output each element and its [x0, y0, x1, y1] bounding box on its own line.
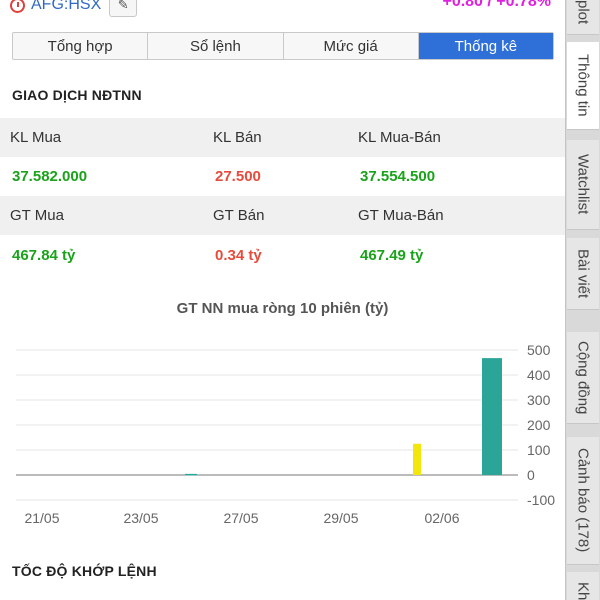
header-gt-ban: GT Bán [213, 207, 265, 224]
header-kl-ban: KL Bán [213, 129, 262, 146]
section-title-foreign: GIAO DỊCH NĐTNN [12, 87, 142, 103]
ticker-header: AFG:HSX ✎ +0.80 / +0.78% [0, 0, 565, 22]
ticker-symbol[interactable]: AFG:HSX [31, 0, 101, 14]
y-tick-label: 200 [527, 417, 551, 433]
chart-bar [413, 443, 421, 475]
tab-price-level[interactable]: Mức giá [284, 33, 419, 59]
header-kl-mua: KL Mua [10, 129, 62, 146]
chart-bar [185, 473, 197, 476]
value-kl-net: 37.554.500 [360, 168, 436, 185]
side-tab-community[interactable]: Cộng đồng [567, 332, 599, 424]
header-kl-net: KL Mua-Bán [358, 129, 441, 146]
side-tab-posts[interactable]: Bài viết [567, 238, 599, 310]
ticker-group: AFG:HSX ✎ [10, 0, 138, 17]
side-tab-more[interactable]: Kh [567, 572, 599, 600]
tab-order-book[interactable]: Sổ lệnh [148, 33, 284, 59]
x-tick-label: 27/05 [223, 510, 258, 526]
side-tab-label: Thông tin [574, 54, 592, 117]
side-tab-bar: plot Thông tin Watchlist Bài viết Cộng đ… [565, 0, 600, 600]
chart-title: GT NN mua ròng 10 phiên (tỷ) [176, 300, 389, 317]
x-tick-label: 23/05 [123, 510, 158, 526]
value-kl-ban: 27.500 [215, 168, 261, 185]
volume-header-row: KL Mua KL Bán KL Mua-Bán [0, 118, 565, 157]
y-tick-label: 100 [527, 442, 551, 458]
y-tick-label: -100 [527, 492, 555, 508]
side-tab-label: Bài viết [574, 248, 592, 299]
y-tick-label: 0 [527, 467, 535, 483]
value-value-row: 467.84 tỷ 0.34 tỷ 467.49 tỷ [0, 236, 565, 275]
value-gt-net: 467.49 tỷ [360, 247, 424, 264]
value-gt-mua: 467.84 tỷ [12, 247, 76, 264]
value-kl-mua: 37.582.000 [12, 168, 88, 185]
section-title-speed: TỐC ĐỘ KHỚP LỆNH [12, 563, 157, 579]
chart-bar [482, 358, 502, 475]
pencil-icon: ✎ [117, 0, 129, 12]
side-tab-info[interactable]: Thông tin [567, 42, 599, 130]
clock-icon [10, 0, 25, 13]
side-tab-label: Cảnh báo (178) [574, 448, 592, 553]
x-tick-label: 21/05 [24, 510, 59, 526]
x-tick-label: 02/06 [424, 510, 459, 526]
side-tab-label: Watchlist [574, 154, 592, 215]
value-header-row: GT Mua GT Bán GT Mua-Bán [0, 196, 565, 235]
side-tab-label: plot [574, 0, 592, 25]
x-tick-label: 29/05 [323, 510, 358, 526]
price-change: +0.80 / +0.78% [442, 0, 551, 10]
detail-tabs: Tổng hợp Sổ lệnh Mức giá Thống kê [12, 32, 554, 60]
side-tab-label: Cộng đồng [574, 340, 592, 415]
header-gt-net: GT Mua-Bán [358, 207, 444, 224]
volume-value-row: 37.582.000 27.500 37.554.500 [0, 157, 565, 196]
tab-statistics[interactable]: Thống kê [418, 33, 553, 59]
y-tick-label: 300 [527, 392, 551, 408]
side-tab-plot[interactable]: plot [567, 0, 599, 35]
net-buy-chart: 500 400 300 200 100 0 -100 21/05 23/05 27/05 29/05… [16, 342, 555, 526]
value-gt-ban: 0.34 tỷ [215, 247, 262, 264]
edit-button[interactable]: ✎ [109, 0, 138, 17]
y-tick-label: 500 [527, 342, 551, 358]
side-tab-watchlist[interactable]: Watchlist [567, 140, 599, 230]
side-tab-alerts[interactable]: Cảnh báo (178) [567, 437, 599, 565]
header-gt-mua: GT Mua [10, 207, 64, 224]
tab-summary[interactable]: Tổng hợp [13, 33, 149, 59]
side-tab-label: Kh [574, 582, 592, 600]
y-tick-label: 400 [527, 367, 551, 383]
